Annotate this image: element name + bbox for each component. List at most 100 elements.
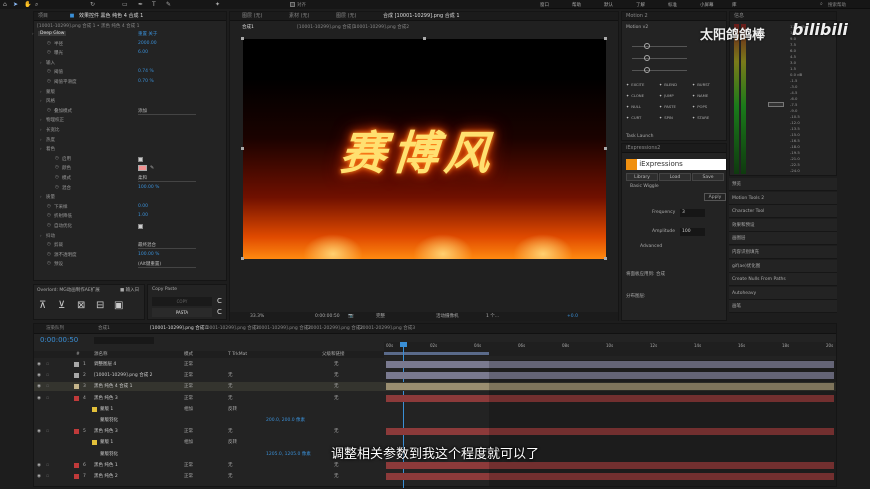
timeline-ruler[interactable]: 00s 02s 04s 06s 08s 10s 12s 14s 16s 18s 20s bbox=[384, 342, 836, 356]
layer-name[interactable]: 黑色 纯色 4 合成 1 bbox=[94, 382, 132, 391]
layer-trkmat[interactable]: 无 bbox=[228, 427, 233, 436]
motion2-button[interactable]: ✦ NULL bbox=[626, 104, 641, 109]
effect-value[interactable]: 添加 bbox=[138, 108, 196, 115]
effect-value[interactable]: 0.00 bbox=[138, 204, 148, 209]
handle-tc[interactable] bbox=[423, 37, 426, 40]
timeline-tab[interactable]: 渲染队列 bbox=[46, 324, 64, 333]
overlord-links[interactable]: ■ 输入日 bbox=[120, 287, 139, 293]
menu-item[interactable]: 帮助 bbox=[572, 2, 581, 8]
motion2-button[interactable]: ✦ CLONE bbox=[626, 93, 644, 98]
motion2-task[interactable]: Task Launch bbox=[626, 134, 653, 139]
layer-mode[interactable]: 相加 bbox=[184, 405, 193, 414]
layer-name[interactable]: 黑色 纯色 2 bbox=[94, 472, 118, 481]
pen-tool-icon[interactable]: ✒ bbox=[138, 1, 143, 8]
tab-project[interactable]: 项目 bbox=[38, 13, 48, 19]
effect-value[interactable]: 最终混合 bbox=[138, 242, 196, 250]
stopwatch-icon[interactable]: ◷ bbox=[47, 223, 51, 228]
layer-trkmat[interactable]: 无 bbox=[228, 472, 233, 481]
slider-handle-1[interactable] bbox=[644, 43, 650, 49]
sidebar-item[interactable]: 内容识别填充 bbox=[729, 246, 837, 259]
effect-value[interactable]: 6.00 bbox=[138, 50, 148, 55]
handle-tl[interactable] bbox=[241, 37, 244, 40]
layer-parent[interactable]: 无 bbox=[334, 427, 339, 436]
visibility-eye-icon[interactable]: ◉ bbox=[37, 371, 41, 380]
timeline-tab[interactable]: [10001-10299].png 合成2 bbox=[254, 324, 311, 333]
layer-parent[interactable]: 无 bbox=[334, 360, 339, 369]
sidebar-item[interactable]: Create Nulls From Paths bbox=[729, 273, 837, 287]
stopwatch-icon[interactable]: ◷ bbox=[47, 41, 51, 46]
audio-icon[interactable]: ▫ bbox=[46, 461, 49, 470]
layer-mode[interactable]: 正常 bbox=[184, 472, 193, 481]
effect-value[interactable]: 0.70 % bbox=[138, 79, 154, 84]
viewer-tab[interactable]: [10001-10299].png 合成 1 bbox=[297, 24, 356, 30]
sidebar-item[interactable]: 画图层 bbox=[729, 232, 837, 246]
visibility-eye-icon[interactable]: ◉ bbox=[37, 472, 41, 481]
freq-input[interactable]: 3 bbox=[680, 209, 705, 217]
viewer-top-tab[interactable]: 素材 (无) bbox=[289, 12, 310, 20]
amp-input[interactable]: 100 bbox=[680, 228, 705, 236]
visibility-eye-icon[interactable]: ◉ bbox=[37, 394, 41, 403]
sidebar-item[interactable]: 画笔 bbox=[729, 300, 837, 314]
zoom-level[interactable]: 33.3% bbox=[250, 312, 264, 321]
timeline-tab[interactable]: [10001-10299].png 合成 1 bbox=[150, 324, 209, 333]
chevron-icon[interactable]: › bbox=[40, 60, 42, 65]
slider-handle-3[interactable] bbox=[644, 67, 650, 73]
stopwatch-icon[interactable]: ◷ bbox=[55, 185, 59, 190]
align-left-icon[interactable]: ⊼ bbox=[39, 300, 46, 311]
layer-trkmat[interactable]: 反转 bbox=[228, 405, 237, 414]
layer-mode[interactable]: 正常 bbox=[184, 461, 193, 470]
chevron-icon[interactable]: › bbox=[40, 127, 42, 132]
stopwatch-icon[interactable]: ◷ bbox=[55, 175, 59, 180]
sidebar-item[interactable]: gif(ae)优化图 bbox=[729, 259, 837, 273]
label-color[interactable] bbox=[74, 474, 79, 479]
menu-item[interactable]: 小屏幕 bbox=[700, 2, 714, 8]
effect-value[interactable]: 2000.00 bbox=[138, 41, 157, 46]
label-color[interactable] bbox=[74, 362, 79, 367]
chevron-icon[interactable]: › bbox=[40, 98, 42, 103]
visibility-eye-icon[interactable]: ◉ bbox=[37, 360, 41, 369]
chevron-icon[interactable]: › bbox=[40, 146, 42, 151]
motion2-button[interactable]: ✦ CURT bbox=[626, 115, 641, 120]
slider-handle-2[interactable] bbox=[644, 55, 650, 61]
sidebar-item[interactable]: 效果和预设 bbox=[729, 218, 837, 232]
effect-checkbox[interactable] bbox=[138, 224, 143, 229]
c-icon[interactable]: C bbox=[217, 297, 222, 305]
effect-value[interactable]: (Alt键重置) bbox=[138, 261, 196, 269]
audio-icon[interactable]: ▫ bbox=[46, 472, 49, 481]
motion2-button[interactable]: ✦ SPIN bbox=[659, 115, 673, 120]
effect-value[interactable]: 重置 关于 bbox=[138, 31, 157, 37]
timeline-tab[interactable]: [20001-20299].png 合成3 bbox=[358, 324, 415, 333]
layer-name[interactable]: 蒙版羽化 bbox=[100, 416, 118, 425]
chevron-icon[interactable]: › bbox=[40, 233, 42, 238]
layer-parent[interactable]: 无 bbox=[334, 371, 339, 380]
menu-item[interactable]: 标准 bbox=[668, 2, 677, 8]
label-color[interactable] bbox=[74, 429, 79, 435]
stopwatch-icon[interactable]: ◷ bbox=[47, 69, 51, 74]
menu-item[interactable]: 库 bbox=[732, 2, 737, 8]
work-area-bar[interactable] bbox=[384, 352, 489, 355]
stopwatch-icon[interactable]: ◷ bbox=[47, 50, 51, 55]
visibility-eye-icon[interactable]: ◉ bbox=[37, 382, 41, 391]
text-tool-icon[interactable]: T bbox=[152, 1, 156, 8]
timeline-timecode[interactable]: 0:00:00:50 bbox=[40, 336, 78, 344]
layer-trkmat[interactable]: 无 bbox=[228, 371, 233, 380]
playhead-head[interactable] bbox=[400, 342, 407, 347]
sidebar-item[interactable]: Motion Tools 2 bbox=[729, 191, 837, 205]
stopwatch-icon[interactable]: ◷ bbox=[55, 156, 59, 161]
effect-value[interactable]: 100.00 % bbox=[138, 185, 159, 190]
stopwatch-icon[interactable]: ◷ bbox=[47, 204, 51, 209]
composition-canvas[interactable]: 赛博风 bbox=[243, 39, 606, 259]
distribute-icon[interactable]: ⊟ bbox=[96, 300, 104, 311]
handle-tr[interactable] bbox=[604, 37, 607, 40]
viewer-tab[interactable]: [10001-10299].png 合成2 bbox=[352, 24, 409, 30]
stopwatch-icon[interactable]: ◷ bbox=[47, 213, 51, 218]
viewer-top-tab[interactable]: 合成 [10001-10299].png 合成 1 bbox=[383, 12, 460, 20]
tab-effects[interactable]: 效果控件 黑色 纯色 4 合成 1 bbox=[79, 13, 143, 19]
motion2-button[interactable]: ✦ NAME bbox=[692, 93, 708, 98]
motion2-button[interactable]: ✦ POPS bbox=[692, 104, 707, 109]
hand-tool-icon[interactable]: ✋ bbox=[24, 1, 31, 8]
stopwatch-icon[interactable]: ◷ bbox=[47, 261, 51, 266]
handle-br[interactable] bbox=[604, 257, 607, 260]
layer-trkmat[interactable]: 无 bbox=[228, 461, 233, 470]
motion2-button[interactable]: ✦ PASTE bbox=[659, 104, 676, 109]
